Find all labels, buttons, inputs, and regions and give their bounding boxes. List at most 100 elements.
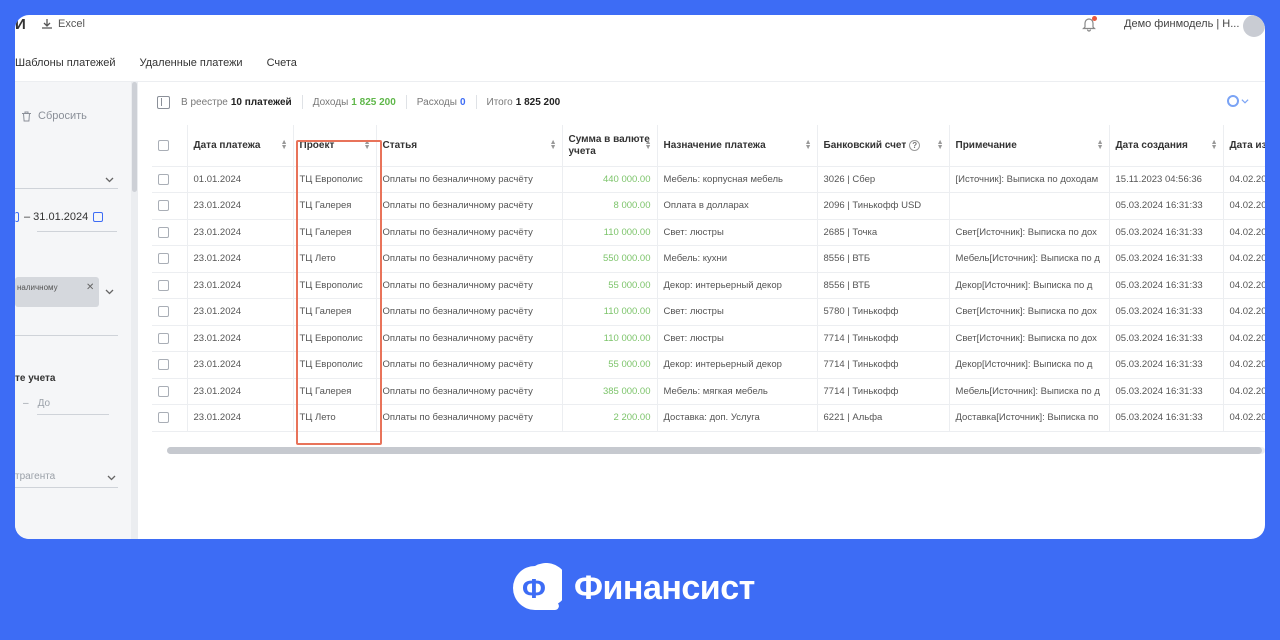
sort-icon[interactable]: ▲ ▼ bbox=[1211, 139, 1218, 151]
date-range-value: – 31.01.2024 bbox=[24, 211, 89, 223]
row-checkbox[interactable] bbox=[158, 253, 169, 265]
date-range-filter[interactable]: – 31.01.2024 bbox=[15, 211, 104, 223]
total-label: Итого bbox=[486, 96, 513, 108]
cell-article: Оплаты по безналичному расчёту bbox=[376, 404, 563, 432]
cell-bank-account: 7714 | Тинькофф bbox=[817, 378, 950, 405]
column-header-payment-date[interactable]: Дата платежа ▲ ▼ bbox=[187, 125, 294, 167]
row-checkbox[interactable] bbox=[158, 226, 169, 238]
row-select-cell bbox=[152, 378, 188, 405]
cell-article: Оплаты по безналичному расчёту bbox=[376, 298, 563, 326]
column-header-label: Назначение платежа bbox=[663, 139, 766, 151]
income-label: Доходы bbox=[312, 96, 349, 108]
cell-note: Свет[Источник]: Выписка по дох bbox=[949, 298, 1110, 326]
range-separator: – bbox=[23, 398, 29, 409]
row-checkbox[interactable] bbox=[158, 173, 169, 185]
tab-accounts[interactable]: Счета bbox=[267, 57, 297, 69]
column-header-bank-account[interactable]: Банковский счет? ▲ ▼ bbox=[817, 125, 950, 167]
cell-purpose: Мебель: корпусная мебель bbox=[657, 166, 818, 193]
column-header-purpose[interactable]: Назначение платежа ▲ ▼ bbox=[657, 125, 818, 167]
cell-note: Мебель[Источник]: Выписка по д bbox=[949, 378, 1110, 405]
column-header-label: Примечание bbox=[955, 139, 1017, 151]
row-checkbox[interactable] bbox=[158, 279, 169, 291]
column-header-label: Банковский счет bbox=[823, 139, 907, 151]
tab-payment-templates[interactable]: Шаблоны платежей bbox=[15, 57, 115, 69]
article-filter-chip[interactable]: наличному ✕ bbox=[15, 277, 99, 307]
cell-amount: 110 000.00 bbox=[562, 298, 658, 326]
table-row[interactable]: 23.01.2024 ТЦ Галерея Оплаты по безналично… bbox=[152, 192, 1265, 220]
user-menu[interactable]: Демо финмодель | Н... bbox=[1124, 18, 1239, 30]
cell-purpose: Декор: интерьерный декор bbox=[657, 351, 818, 379]
row-checkbox[interactable] bbox=[158, 359, 169, 371]
row-checkbox[interactable] bbox=[158, 200, 169, 212]
brand-footer: Ф Финансист bbox=[508, 562, 755, 613]
table-row[interactable]: 01.01.2024 ТЦ Европолис Оплаты по безналич… bbox=[152, 166, 1265, 193]
payments-table: Дата платежа ▲ ▼ Проект ▲ ▼ Статья ▲ ▼ Сумма в… bbox=[152, 125, 1265, 432]
cell-article: Оплаты по безналичному расчёту bbox=[376, 272, 563, 299]
table-row[interactable]: 23.01.2024 ТЦ Галерея Оплаты по безналично… bbox=[152, 378, 1265, 405]
app-logo-fragment: И bbox=[15, 16, 26, 33]
row-select-cell bbox=[152, 166, 188, 193]
columns-icon[interactable] bbox=[157, 95, 170, 109]
row-checkbox[interactable] bbox=[158, 385, 169, 397]
gear-icon bbox=[1227, 95, 1239, 107]
calendar-icon[interactable] bbox=[93, 212, 104, 222]
chevron-down-icon[interactable] bbox=[107, 473, 116, 482]
cell-bank-account: 8556 | ВТБ bbox=[817, 272, 950, 299]
table-settings-button[interactable] bbox=[1227, 95, 1249, 107]
table-row[interactable]: 23.01.2024 ТЦ Европолис Оплаты по безналич… bbox=[152, 272, 1265, 299]
cell-payment-date: 23.01.2024 bbox=[187, 245, 294, 273]
table-row[interactable]: 23.01.2024 ТЦ Галерея Оплаты по безналично… bbox=[152, 298, 1265, 326]
excel-export-button[interactable]: Excel bbox=[41, 18, 85, 30]
row-select-cell bbox=[152, 325, 188, 352]
table-row[interactable]: 23.01.2024 ТЦ Галерея Оплаты по безналично… bbox=[152, 219, 1265, 246]
cell-created: 05.03.2024 16:31:33 bbox=[1109, 325, 1224, 352]
sort-icon[interactable]: ▲ ▼ bbox=[1097, 139, 1104, 151]
column-header-label: Дата создания bbox=[1115, 139, 1188, 151]
close-icon[interactable]: ✕ bbox=[86, 282, 94, 293]
cell-created: 05.03.2024 16:31:33 bbox=[1109, 378, 1224, 405]
table-row[interactable]: 23.01.2024 ТЦ Лето Оплаты по безналичному … bbox=[152, 245, 1265, 273]
tab-deleted-payments[interactable]: Удаленные платежи bbox=[139, 57, 242, 69]
row-checkbox[interactable] bbox=[158, 332, 169, 344]
cell-created: 05.03.2024 16:31:33 bbox=[1109, 245, 1224, 273]
reset-filters-button[interactable]: Сбросить bbox=[21, 110, 87, 122]
contractor-select[interactable]: трагента bbox=[15, 471, 55, 482]
sort-icon[interactable]: ▲ ▼ bbox=[805, 139, 812, 151]
app-window: И Excel Демо финмодель | Н... Шаблоны пл… bbox=[15, 15, 1265, 539]
row-select-cell bbox=[152, 192, 188, 220]
column-header-created[interactable]: Дата создания ▲ ▼ bbox=[1109, 125, 1224, 167]
column-header-modified[interactable]: Дата изм bbox=[1223, 125, 1265, 167]
cell-purpose: Свет: люстры bbox=[657, 298, 818, 326]
row-select-cell bbox=[152, 245, 188, 273]
row-checkbox[interactable] bbox=[158, 412, 169, 424]
cell-purpose: Оплата в долларах bbox=[657, 192, 818, 220]
column-header-article[interactable]: Статья ▲ ▼ bbox=[376, 125, 563, 167]
column-header-amount[interactable]: Сумма в валюте учета ▲ ▼ bbox=[562, 125, 658, 167]
avatar[interactable] bbox=[1243, 15, 1265, 37]
table-row[interactable]: 23.01.2024 ТЦ Европолис Оплаты по безналич… bbox=[152, 351, 1265, 379]
sort-icon[interactable]: ▲ ▼ bbox=[550, 139, 557, 151]
select-all-checkbox[interactable] bbox=[158, 139, 169, 151]
help-icon[interactable]: ? bbox=[909, 139, 921, 151]
amount-to-input[interactable]: До bbox=[38, 398, 50, 409]
notifications-button[interactable] bbox=[1081, 16, 1097, 32]
sort-icon[interactable]: ▲ ▼ bbox=[281, 139, 288, 151]
row-checkbox[interactable] bbox=[158, 306, 169, 318]
chevron-down-icon[interactable] bbox=[105, 287, 114, 296]
cell-payment-date: 23.01.2024 bbox=[187, 325, 294, 352]
sort-icon[interactable]: ▲ ▼ bbox=[937, 139, 944, 151]
column-header-note[interactable]: Примечание ▲ ▼ bbox=[949, 125, 1110, 167]
cell-amount: 55 000.00 bbox=[562, 272, 658, 299]
sort-icon[interactable]: ▲ ▼ bbox=[364, 139, 371, 151]
filter-select[interactable] bbox=[15, 169, 118, 189]
table-row[interactable]: 23.01.2024 ТЦ Европолис Оплаты по безналич… bbox=[152, 325, 1265, 352]
cell-project: ТЦ Галерея bbox=[293, 192, 377, 220]
table-horizontal-scrollbar[interactable] bbox=[167, 447, 1262, 454]
table-row[interactable]: 23.01.2024 ТЦ Лето Оплаты по безналичному … bbox=[152, 404, 1265, 432]
select-all-cell bbox=[152, 125, 188, 167]
cell-bank-account: 2096 | Тинькофф USD bbox=[817, 192, 950, 220]
sort-icon[interactable]: ▲ ▼ bbox=[645, 139, 652, 151]
sidebar-scrollbar[interactable] bbox=[132, 82, 137, 192]
column-header-project[interactable]: Проект ▲ ▼ bbox=[293, 125, 377, 167]
cell-note: Декор[Источник]: Выписка по д bbox=[949, 272, 1110, 299]
